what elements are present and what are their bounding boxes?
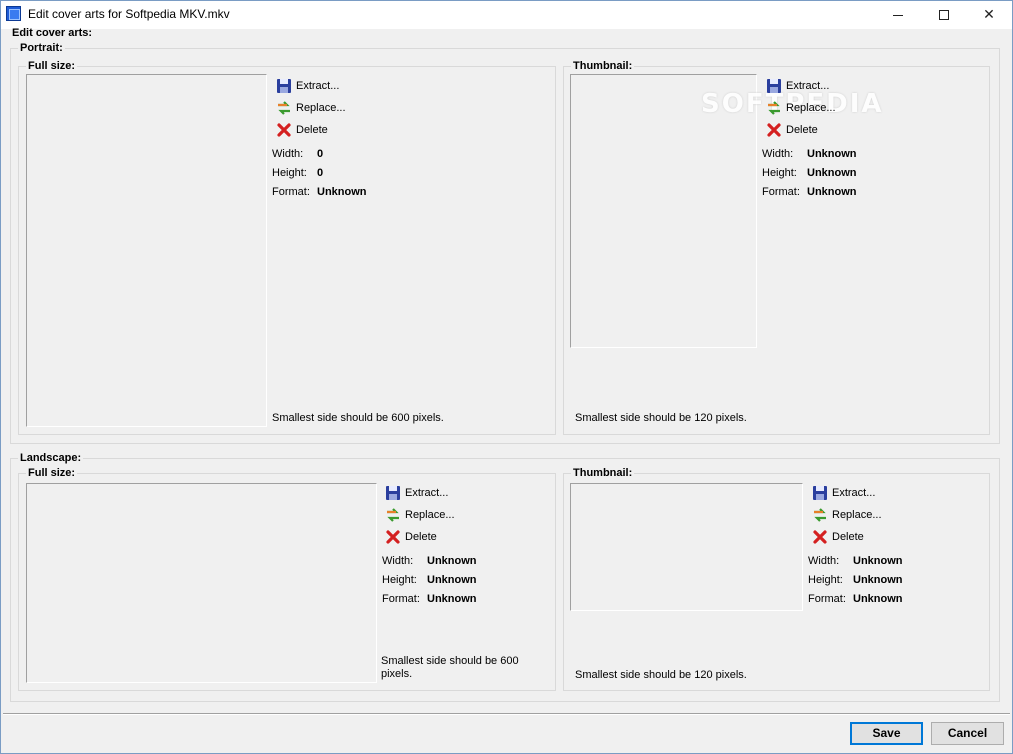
portrait-full-replace-button[interactable]: Replace... xyxy=(276,99,346,117)
delete-x-icon xyxy=(767,123,781,137)
landscape-thumb-height-row: Height: Unknown xyxy=(808,574,903,586)
landscape-thumb-image[interactable] xyxy=(570,483,803,611)
window-title: Edit cover arts for Softpedia MKV.mkv xyxy=(28,7,230,21)
portrait-thumb-height-value: Unknown xyxy=(807,167,857,179)
portrait-thumb-format-row: Format: Unknown xyxy=(762,186,857,198)
landscape-full-image[interactable] xyxy=(26,483,377,683)
landscape-full-delete-button[interactable]: Delete xyxy=(385,528,437,546)
format-label: Format: xyxy=(382,593,420,605)
delete-x-icon xyxy=(813,530,827,544)
width-label: Width: xyxy=(808,555,840,567)
landscape-full-title: Full size: xyxy=(26,467,78,479)
dialog-window: Edit cover arts for Softpedia MKV.mkv ✕ … xyxy=(0,0,1013,754)
portrait-full-width-value: 0 xyxy=(317,148,324,160)
portrait-thumb-height-row: Height: Unknown xyxy=(762,167,857,179)
save-disk-icon xyxy=(767,79,781,94)
portrait-thumb-title: Thumbnail: xyxy=(571,60,635,72)
landscape-thumb-format-value: Unknown xyxy=(853,593,903,605)
portrait-title: Portrait: xyxy=(18,42,65,54)
portrait-thumb-delete-button[interactable]: Delete xyxy=(766,121,818,139)
replace-label: Replace... xyxy=(786,102,836,114)
maximize-button[interactable] xyxy=(921,1,967,29)
landscape-full-width-row: Width: Unknown xyxy=(382,555,477,567)
save-button[interactable]: Save xyxy=(850,722,923,745)
replace-arrows-icon xyxy=(387,508,399,522)
landscape-full-replace-button[interactable]: Replace... xyxy=(385,506,455,524)
landscape-thumb-replace-button[interactable]: Replace... xyxy=(812,506,882,524)
replace-arrows-icon xyxy=(768,101,780,115)
landscape-thumb-delete-button[interactable]: Delete xyxy=(812,528,864,546)
landscape-full-note: Smallest side should be 600 pixels. xyxy=(381,655,519,680)
extract-label: Extract... xyxy=(832,487,876,499)
width-label: Width: xyxy=(762,148,794,160)
landscape-full-width-value: Unknown xyxy=(427,555,477,567)
delete-x-icon xyxy=(386,530,400,544)
landscape-title: Landscape: xyxy=(18,452,84,464)
close-button[interactable]: ✕ xyxy=(966,1,1012,29)
portrait-thumb-width-row: Width: Unknown xyxy=(762,148,857,160)
portrait-thumb-replace-button[interactable]: Replace... xyxy=(766,99,836,117)
landscape-full-format-row: Format: Unknown xyxy=(382,593,477,605)
portrait-full-width-row: Width: 0 xyxy=(272,148,323,160)
height-label: Height: xyxy=(272,167,307,179)
maximize-icon xyxy=(939,10,949,20)
landscape-thumb-width-row: Width: Unknown xyxy=(808,555,903,567)
landscape-thumb-title: Thumbnail: xyxy=(571,467,635,479)
title-bar[interactable]: Edit cover arts for Softpedia MKV.mkv ✕ xyxy=(1,1,1012,29)
width-label: Width: xyxy=(382,555,414,567)
cancel-button[interactable]: Cancel xyxy=(931,722,1004,745)
portrait-full-height-value: 0 xyxy=(317,167,324,179)
footer-separator xyxy=(3,713,1010,715)
format-label: Format: xyxy=(762,186,800,198)
save-disk-icon xyxy=(386,486,400,501)
portrait-full-image[interactable] xyxy=(26,74,267,427)
delete-label: Delete xyxy=(832,531,864,543)
minimize-button[interactable] xyxy=(875,1,921,29)
portrait-thumb-format-value: Unknown xyxy=(807,186,857,198)
portrait-full-height-row: Height: 0 xyxy=(272,167,323,179)
portrait-full-format-row: Format: Unknown xyxy=(272,186,367,198)
delete-label: Delete xyxy=(296,124,328,136)
height-label: Height: xyxy=(808,574,843,586)
replace-label: Replace... xyxy=(832,509,882,521)
close-icon: ✕ xyxy=(983,7,995,23)
delete-label: Delete xyxy=(405,531,437,543)
portrait-full-title: Full size: xyxy=(26,60,78,72)
extract-label: Extract... xyxy=(405,487,449,499)
landscape-thumb-extract-button[interactable]: Extract... xyxy=(812,484,875,502)
app-icon xyxy=(6,6,21,21)
width-label: Width: xyxy=(272,148,304,160)
extract-label: Extract... xyxy=(786,80,830,92)
replace-label: Replace... xyxy=(296,102,346,114)
landscape-thumb-format-row: Format: Unknown xyxy=(808,593,903,605)
portrait-full-note: Smallest side should be 600 pixels. xyxy=(272,412,444,424)
landscape-full-height-value: Unknown xyxy=(427,574,477,586)
portrait-full-delete-button[interactable]: Delete xyxy=(276,121,328,139)
save-disk-icon xyxy=(813,486,827,501)
landscape-full-extract-button[interactable]: Extract... xyxy=(385,484,448,502)
format-label: Format: xyxy=(272,186,310,198)
landscape-thumb-height-value: Unknown xyxy=(853,574,903,586)
portrait-full-extract-button[interactable]: Extract... xyxy=(276,77,339,95)
replace-arrows-icon xyxy=(814,508,826,522)
save-disk-icon xyxy=(277,79,291,94)
landscape-full-height-row: Height: Unknown xyxy=(382,574,477,586)
minimize-icon xyxy=(893,14,903,16)
delete-label: Delete xyxy=(786,124,818,136)
portrait-thumb-width-value: Unknown xyxy=(807,148,857,160)
extract-label: Extract... xyxy=(296,80,340,92)
portrait-full-format-value: Unknown xyxy=(317,186,367,198)
portrait-thumb-extract-button[interactable]: Extract... xyxy=(766,77,829,95)
portrait-thumb-note: Smallest side should be 120 pixels. xyxy=(575,412,747,424)
edit-cover-arts-label: Edit cover arts: xyxy=(12,27,93,39)
replace-label: Replace... xyxy=(405,509,455,521)
landscape-full-format-value: Unknown xyxy=(427,593,477,605)
format-label: Format: xyxy=(808,593,846,605)
landscape-thumb-width-value: Unknown xyxy=(853,555,903,567)
delete-x-icon xyxy=(277,123,291,137)
height-label: Height: xyxy=(762,167,797,179)
height-label: Height: xyxy=(382,574,417,586)
landscape-thumb-note: Smallest side should be 120 pixels. xyxy=(575,669,747,681)
replace-arrows-icon xyxy=(278,101,290,115)
